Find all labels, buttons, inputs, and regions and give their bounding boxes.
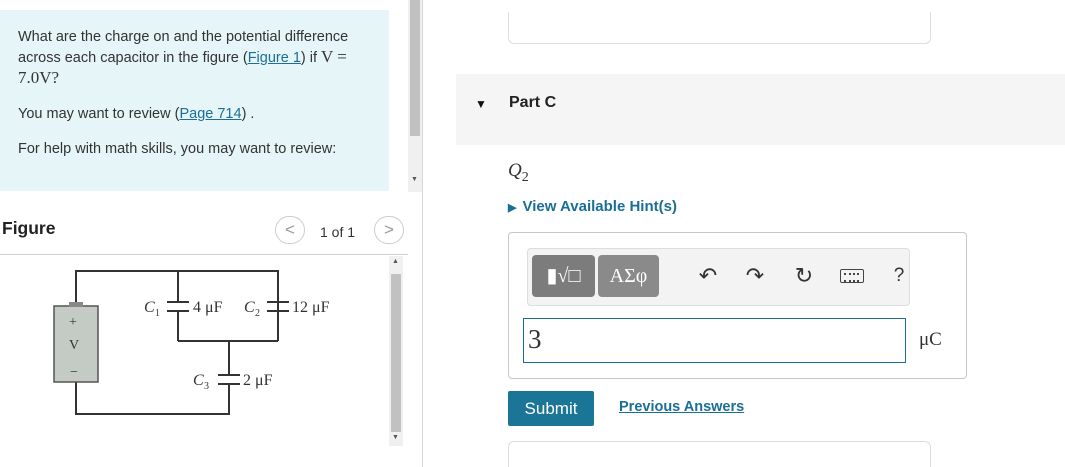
scrollbar-thumb[interactable] [410,0,420,136]
battery-minus: − [70,365,78,380]
page-link[interactable]: Page 714 [179,106,241,122]
c1-sub: 1 [155,308,160,319]
collapse-caret-icon[interactable]: ▼ [475,97,487,111]
figure-link[interactable]: Figure 1 [248,50,301,66]
c2-value: 12 μF [292,299,330,316]
c2-name: C [244,299,255,316]
battery-plus: + [69,315,77,330]
next-figure-button[interactable]: > [374,216,404,244]
answer-input[interactable]: 3 [523,318,906,363]
answer-panel: ▮√□ ΑΣφ ↶ ↷ ↻ ? 3 μC [508,232,967,379]
c3-sub: 3 [204,381,209,392]
hint-caret-icon: ▶ [508,202,517,214]
undo-icon[interactable]: ↶ [694,262,722,290]
view-hints-link[interactable]: ▶ View Available Hint(s) [508,198,677,215]
part-header[interactable]: ▼ Part C [456,74,1065,145]
figure-scrollbar[interactable]: ▲ ▼ [389,256,403,446]
c1-value: 4 μF [193,299,223,316]
quantity-label: Q2 [508,160,529,185]
battery-terminal [69,302,83,307]
circuit-diagram: + V − C 1 4 μF C 2 12 μF C 3 2 μF [53,270,330,415]
reset-icon[interactable]: ↻ [790,262,818,290]
scrollbar-thumb[interactable] [391,274,401,432]
scroll-down-arrow-icon[interactable]: ▼ [392,434,399,441]
left-panel: What are the charge on and the potential… [0,0,424,467]
previous-answers-link[interactable]: Previous Answers [619,399,744,415]
previous-part-card [508,12,931,44]
question-text: What are the charge on and the potential… [18,29,349,87]
right-panel: ▼ Part C Q2 ▶ View Available Hint(s) ▮√□ … [424,0,1065,467]
templates-button[interactable]: ▮√□ [532,255,595,297]
panel-divider [422,0,423,467]
part-label: Part C [509,94,557,111]
figure-header: Figure < 1 of 1 > [0,215,408,255]
review-text: You may want to review (Page 714) . [18,106,255,122]
submit-button[interactable]: Submit [508,391,594,426]
redo-icon[interactable]: ↷ [741,262,769,290]
c3-value: 2 μF [243,372,273,389]
battery-label: V [69,338,79,353]
figure-body: + V − C 1 4 μF C 2 12 μF C 3 2 μF [0,256,404,456]
greek-symbols-button[interactable]: ΑΣφ [598,255,659,297]
prev-figure-button[interactable]: < [275,216,305,244]
scroll-up-arrow-icon[interactable]: ▲ [392,258,399,265]
next-part-card [508,441,931,467]
figure-title: Figure [2,218,56,238]
c3-name: C [193,372,204,389]
answer-unit: μC [919,329,942,350]
problem-statement: What are the charge on and the potential… [0,10,389,191]
c1-name: C [144,299,155,316]
help-icon[interactable]: ? [885,262,913,290]
math-help-text: For help with math skills, you may want … [18,141,337,157]
keyboard-icon[interactable] [838,262,866,290]
math-toolbar: ▮√□ ΑΣφ ↶ ↷ ↻ ? [527,248,910,306]
problem-scrollbar[interactable]: ▼ [408,0,422,192]
figure-pager: 1 of 1 [320,224,356,240]
c2-sub: 2 [255,308,260,319]
scroll-down-arrow-icon[interactable]: ▼ [411,176,418,183]
